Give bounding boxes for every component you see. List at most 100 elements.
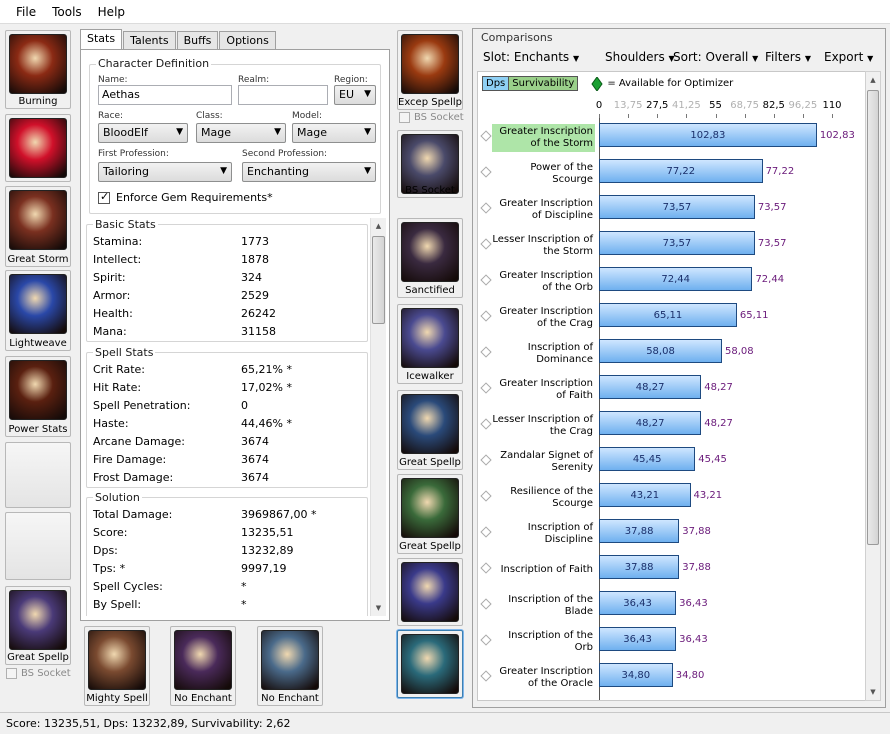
comparison-row[interactable]: Inscription of the Orb 36,43 36,43: [478, 624, 876, 660]
optimizer-diamond-icon[interactable]: [480, 130, 492, 142]
scroll-thumb[interactable]: [867, 90, 879, 545]
status-bar: Score: 13235,51, Dps: 13232,89, Survivab…: [0, 712, 890, 734]
equipment-slot[interactable]: Excep Spellp: [397, 30, 463, 110]
comparison-row[interactable]: Power of the Scourge 77,22 77,22: [478, 156, 876, 192]
scroll-up-icon[interactable]: ▲: [866, 72, 880, 88]
dps-bar: 34,80: [599, 663, 673, 687]
class-select[interactable]: Mage ▼: [196, 123, 286, 143]
equipment-slot[interactable]: [5, 512, 71, 580]
optimizer-diamond-icon[interactable]: [480, 634, 492, 646]
region-select[interactable]: EU ▼: [334, 85, 376, 105]
optimizer-diamond-icon[interactable]: [480, 526, 492, 538]
equipment-slot[interactable]: No Enchant: [170, 626, 236, 706]
left-bs-socket-checkbox[interactable]: BS Socket: [6, 668, 71, 679]
equipment-slot[interactable]: Power Stats: [5, 356, 71, 437]
model-select[interactable]: Mage ▼: [292, 123, 376, 143]
stat-value: 2529: [241, 289, 269, 302]
chevron-down-icon: ▼: [176, 127, 183, 137]
comparison-row[interactable]: Lesser Inscription of the Crag 48,27 48,27: [478, 408, 876, 444]
dps-bar: 73,57: [599, 195, 755, 219]
comparison-scrollbar[interactable]: ▲ ▼: [865, 71, 881, 701]
tab-stats[interactable]: Stats: [80, 29, 123, 50]
slot-dropdown[interactable]: Slot: Enchants ▼: [483, 50, 579, 64]
sort-dropdown[interactable]: Sort: Overall ▼: [673, 50, 758, 64]
stats-scrollbar[interactable]: ▲ ▼: [370, 218, 386, 616]
equipment-slot[interactable]: Icewalker: [397, 304, 463, 384]
comparison-row[interactable]: Inscription of Faith 37,88 37,88: [478, 552, 876, 588]
tab-talents[interactable]: Talents: [123, 31, 176, 50]
optimizer-diamond-icon[interactable]: [480, 490, 492, 502]
comparison-row[interactable]: Zandalar Signet of Serenity 45,45 45,45: [478, 444, 876, 480]
comparison-row[interactable]: Greater Inscription of the Orb 72,44 72,44: [478, 264, 876, 300]
filters-dropdown[interactable]: Filters ▼: [765, 50, 811, 64]
optimizer-diamond-icon[interactable]: [480, 562, 492, 574]
equipment-slot[interactable]: [397, 558, 463, 626]
chevron-down-icon: ▼: [804, 54, 811, 63]
optimizer-diamond-icon[interactable]: [480, 454, 492, 466]
realm-input[interactable]: [238, 85, 328, 105]
comparison-row[interactable]: Greater Inscription of Faith 48,27 48,27: [478, 372, 876, 408]
equipment-slot[interactable]: Sanctified: [397, 218, 463, 298]
enforce-gem-checkbox[interactable]: Enforce Gem Requirements*: [98, 190, 273, 204]
equipment-slot[interactable]: Great Storm: [5, 186, 71, 267]
equipment-slot[interactable]: BS Socket: [397, 130, 463, 198]
gloves-bs-socket-checkbox[interactable]: BS Socket: [399, 112, 464, 123]
comparison-row[interactable]: Inscription of Dominance 58,08 58,08: [478, 336, 876, 372]
stats-tabs: Stats Talents Buffs Options: [80, 29, 277, 50]
equipment-slot[interactable]: Great Spellp: [397, 390, 463, 470]
scroll-down-icon[interactable]: ▼: [371, 600, 386, 616]
optimizer-diamond-icon[interactable]: [480, 310, 492, 322]
optimizer-diamond-icon[interactable]: [480, 382, 492, 394]
spell-stats-title: Spell Stats: [93, 346, 156, 359]
model-label: Model:: [292, 111, 323, 121]
comparison-row[interactable]: Lesser Inscription of the Storm 73,57 73,5…: [478, 228, 876, 264]
equipment-slot[interactable]: No Enchant: [257, 626, 323, 706]
export-dropdown[interactable]: Export ▼: [824, 50, 873, 64]
menu-file[interactable]: File: [8, 2, 44, 22]
total-value-label: 36,43: [679, 634, 708, 645]
race-select[interactable]: BloodElf ▼: [98, 123, 188, 143]
equipment-slot[interactable]: [5, 114, 71, 182]
equipment-slot[interactable]: [397, 630, 463, 698]
chest-robe-icon: [9, 360, 67, 420]
comparison-row[interactable]: Greater Inscription of the Crag 65,11 65,1…: [478, 300, 876, 336]
optimizer-diamond-icon[interactable]: [480, 166, 492, 178]
optimizer-diamond-icon[interactable]: [480, 202, 492, 214]
comparison-row[interactable]: Inscription of Discipline 37,88 37,88: [478, 516, 876, 552]
subslot-dropdown[interactable]: Shoulders ▼: [605, 50, 675, 64]
equipment-slot[interactable]: Lightweave: [5, 270, 71, 351]
comparison-row[interactable]: Greater Inscription of the Storm 102,83 10…: [478, 120, 876, 156]
scroll-thumb[interactable]: [372, 236, 385, 324]
scroll-down-icon[interactable]: ▼: [866, 684, 880, 700]
comparison-row[interactable]: Greater Inscription of the Oracle 34,80 34…: [478, 660, 876, 696]
equipment-slot[interactable]: Burning: [5, 30, 71, 109]
item-name: Inscription of Discipline: [527, 522, 593, 545]
menu-tools[interactable]: Tools: [44, 2, 90, 22]
equipment-slot[interactable]: Great Spellp: [397, 474, 463, 554]
optimizer-diamond-icon[interactable]: [480, 274, 492, 286]
comparison-row[interactable]: Resilience of the Scourge 43,21 43,21: [478, 480, 876, 516]
comparison-row[interactable]: Inscription of the Blade 36,43 36,43: [478, 588, 876, 624]
equipment-slot[interactable]: [5, 442, 71, 508]
dps-bar: 73,57: [599, 231, 755, 255]
slot-label: Great Spellp: [399, 457, 461, 468]
name-input[interactable]: Aethas: [98, 85, 232, 105]
stat-row: Total Damage: 3969867,00 *: [93, 506, 363, 524]
stat-name: Score:: [93, 526, 128, 539]
stat-name: Spell Penetration:: [93, 399, 191, 412]
optimizer-diamond-icon[interactable]: [480, 238, 492, 250]
scroll-up-icon[interactable]: ▲: [371, 218, 386, 234]
second-profession-select[interactable]: Enchanting ▼: [242, 162, 376, 182]
equipment-slot[interactable]: Mighty Spell: [84, 626, 150, 706]
comparisons-panel: Comparisons Slot: Enchants ▼ Shoulders ▼…: [472, 28, 886, 708]
optimizer-diamond-icon[interactable]: [480, 598, 492, 610]
optimizer-diamond-icon[interactable]: [480, 418, 492, 430]
optimizer-diamond-icon[interactable]: [480, 346, 492, 358]
tab-options[interactable]: Options: [219, 31, 276, 50]
equipment-slot[interactable]: Great Spellp: [5, 586, 71, 665]
first-profession-select[interactable]: Tailoring ▼: [98, 162, 232, 182]
menu-help[interactable]: Help: [90, 2, 133, 22]
comparison-row[interactable]: Greater Inscription of Discipline 73,57 73…: [478, 192, 876, 228]
optimizer-diamond-icon[interactable]: [480, 670, 492, 682]
tab-buffs[interactable]: Buffs: [176, 31, 219, 50]
